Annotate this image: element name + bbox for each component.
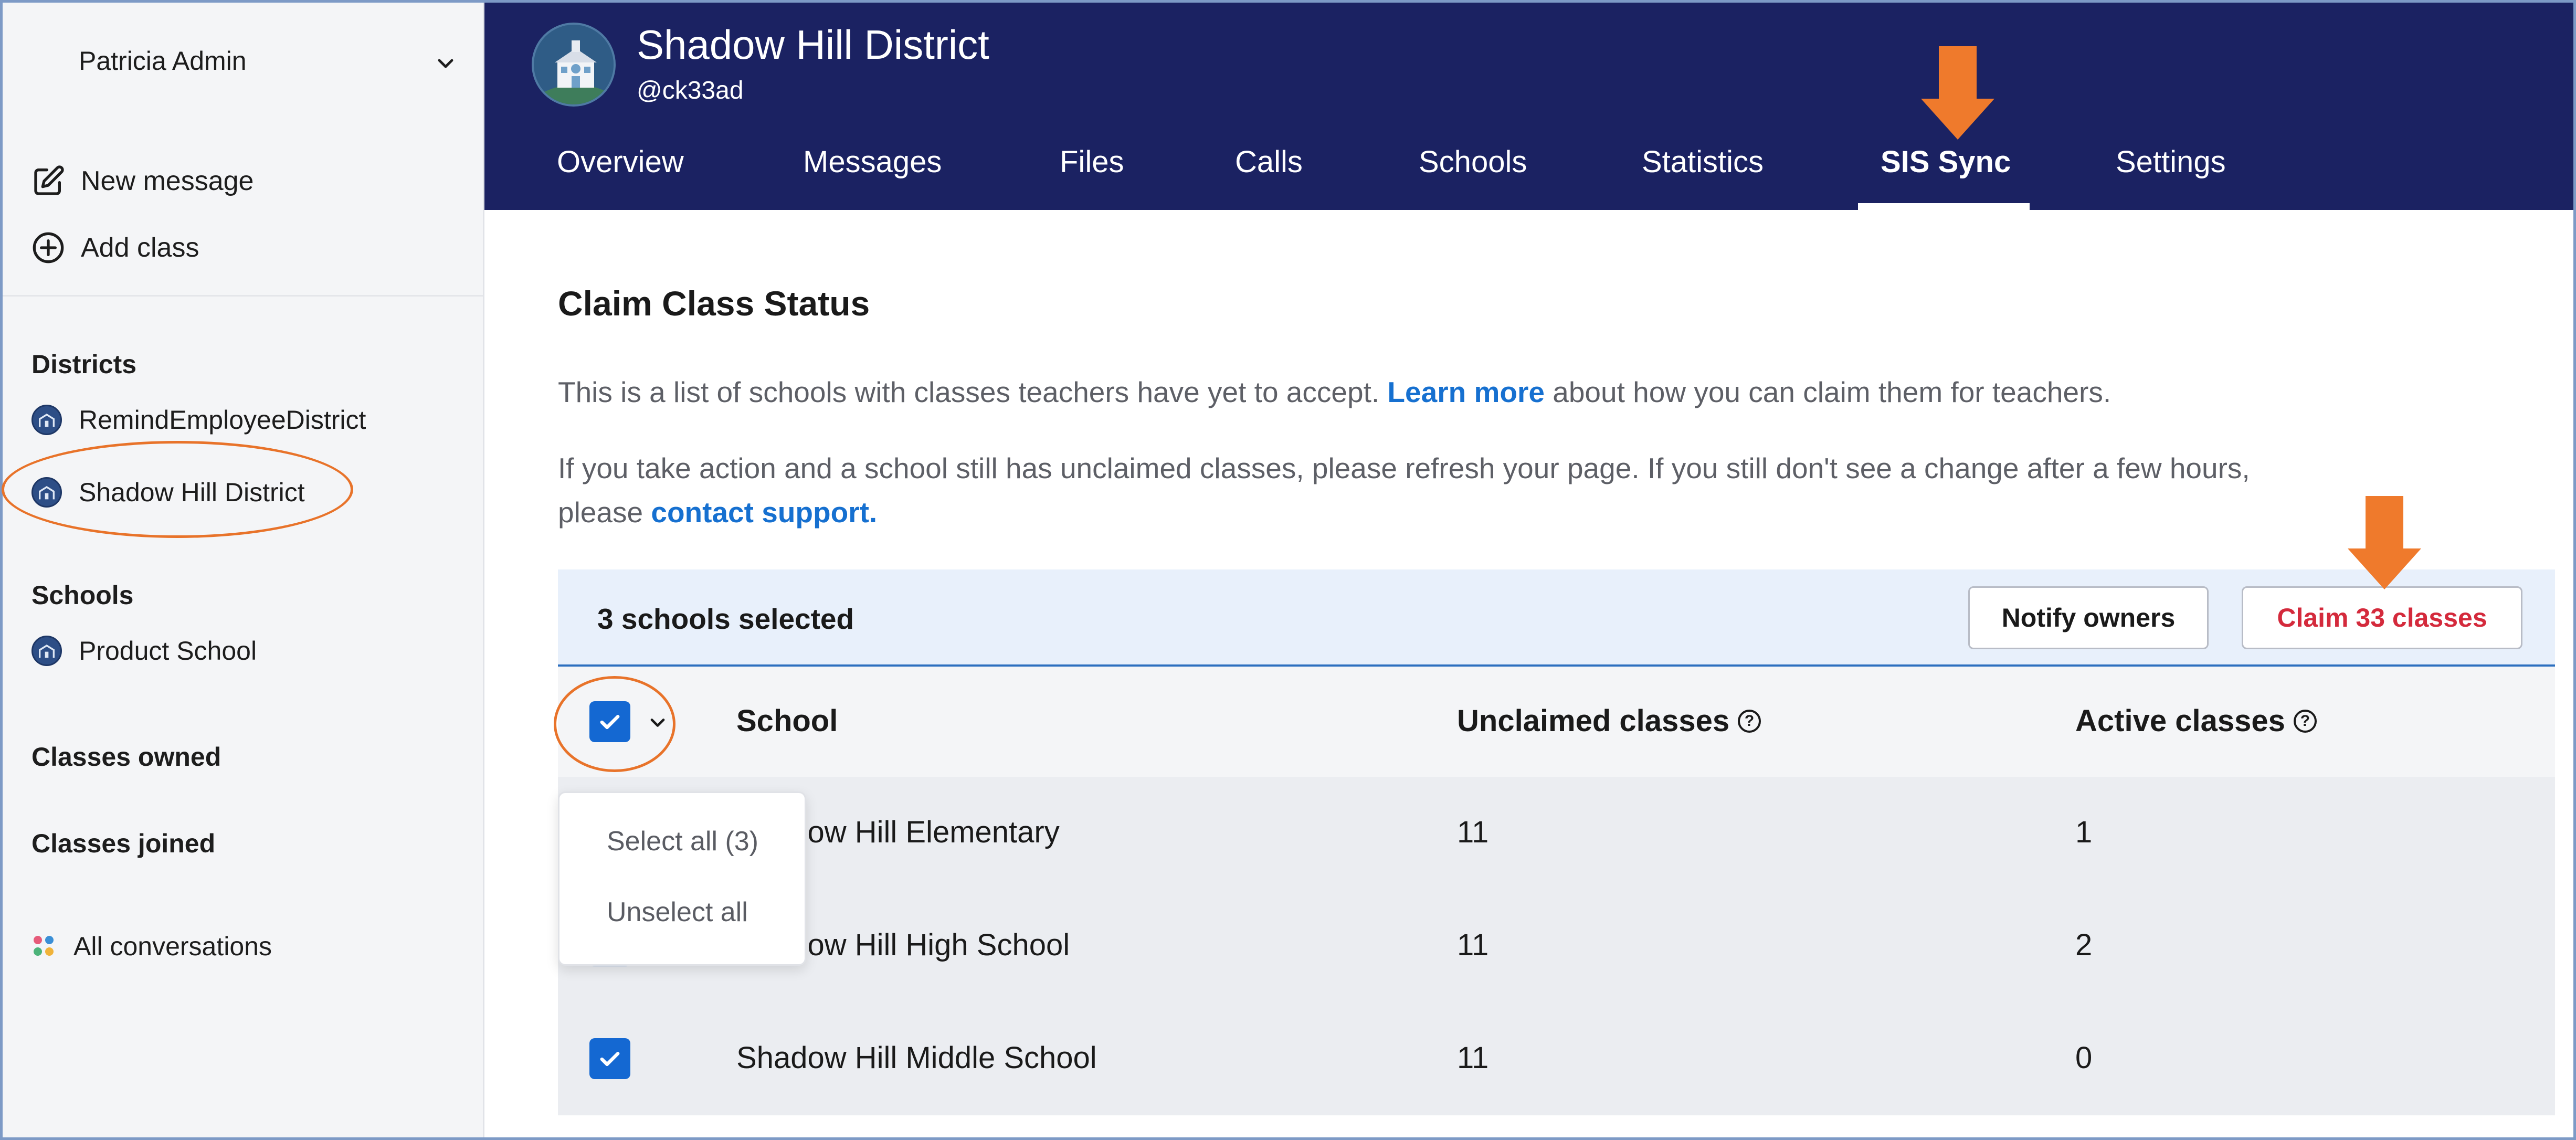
classes-owned-heading[interactable]: Classes owned: [31, 742, 221, 772]
unselect-all-option[interactable]: Unselect all: [607, 896, 748, 928]
schools-heading: Schools: [31, 580, 134, 610]
sidebar-item-product-school[interactable]: Product School: [31, 630, 257, 672]
refresh-paragraph: If you take action and a school still ha…: [558, 446, 2531, 534]
column-header-unclaimed[interactable]: Unclaimed classes ?: [1457, 703, 1761, 738]
sidebar-item-label: RemindEmployeeDistrict: [79, 405, 366, 435]
claim-classes-button[interactable]: Claim 33 classes: [2242, 586, 2522, 649]
intro-text: This is a list of schools with classes t…: [558, 376, 1380, 408]
section-title: Claim Class Status: [558, 284, 870, 323]
district-logo: [532, 23, 616, 107]
add-class-button[interactable]: Add class: [31, 227, 199, 269]
unclaimed-cell: 11: [1457, 928, 1489, 962]
column-header-label: School: [736, 704, 838, 738]
table-row[interactable]: Shadow Hill Elementary 11 1: [558, 777, 2555, 890]
classes-joined-heading[interactable]: Classes joined: [31, 828, 215, 859]
intro-paragraph: This is a list of schools with classes t…: [558, 370, 2111, 414]
select-dropdown-menu: Select all (3) Unselect all: [558, 791, 806, 966]
active-cell: 0: [2075, 1041, 2093, 1075]
highlight-circle: [554, 676, 675, 772]
sidebar-item-label: Product School: [79, 636, 257, 666]
intro-text-suffix: about how you can claim them for teacher…: [1553, 376, 2112, 408]
annotation-arrow-icon: [2348, 496, 2421, 589]
help-icon[interactable]: ?: [2293, 709, 2317, 733]
new-message-label: New message: [81, 166, 254, 196]
column-header-school[interactable]: School: [736, 703, 838, 738]
user-menu[interactable]: Patricia Admin: [3, 3, 483, 123]
new-message-button[interactable]: New message: [31, 160, 254, 202]
page-title: Shadow Hill District: [637, 22, 989, 68]
refresh-text-prefix: please: [558, 496, 643, 529]
table-header: School Unclaimed classes ? Active classe…: [558, 667, 2555, 777]
column-header-label: Unclaimed classes: [1457, 704, 1730, 738]
district-avatar-icon: [31, 405, 62, 435]
sidebar-item-label: All conversations: [73, 932, 272, 961]
table-row[interactable]: Shadow Hill Middle School 11 0: [558, 1002, 2555, 1115]
tab-sis-sync[interactable]: SIS Sync: [1881, 144, 2011, 210]
school-name-cell: Shadow Hill Middle School: [736, 1041, 1097, 1075]
all-conversations-icon: [31, 934, 57, 959]
sidebar-item-remind-employee-district[interactable]: RemindEmployeeDistrict: [31, 399, 366, 441]
chevron-down-icon: [438, 59, 453, 68]
pencil-square-icon: [34, 165, 64, 195]
sidebar: Patricia Admin New message Add class Dis…: [2, 3, 484, 1137]
contact-support-link[interactable]: contact support.: [651, 496, 877, 529]
add-class-label: Add class: [81, 233, 199, 263]
unclaimed-cell: 11: [1457, 815, 1489, 849]
tab-messages[interactable]: Messages: [803, 144, 942, 210]
tab-calls[interactable]: Calls: [1235, 144, 1303, 210]
sidebar-actions: New message Add class: [3, 142, 483, 297]
select-all-option[interactable]: Select all (3): [607, 826, 758, 857]
school-avatar-icon: [31, 636, 62, 666]
annotation-arrow-icon: [1921, 46, 1994, 140]
tab-settings[interactable]: Settings: [2116, 144, 2226, 210]
plus-circle-icon: [33, 232, 64, 263]
user-name: Patricia Admin: [79, 46, 247, 76]
selected-count: 3 schools selected: [597, 603, 854, 635]
highlight-circle: [2, 441, 353, 538]
table-row[interactable]: Shadow Hill High School 11 2: [558, 890, 2555, 1002]
district-handle: @ck33ad: [637, 77, 744, 104]
row-checkbox[interactable]: [589, 1038, 630, 1079]
learn-more-link[interactable]: Learn more: [1387, 376, 1545, 408]
selection-bar: 3 schools selected Notify owners Claim 3…: [558, 569, 2555, 667]
tab-statistics[interactable]: Statistics: [1642, 144, 1764, 210]
refresh-text: If you take action and a school still ha…: [558, 452, 2250, 484]
active-cell: 2: [2075, 928, 2093, 962]
main-content: Claim Class Status This is a list of sch…: [484, 210, 2573, 1137]
unclaimed-cell: 11: [1457, 1041, 1489, 1075]
active-cell: 1: [2075, 815, 2093, 849]
tab-overview[interactable]: Overview: [557, 144, 684, 210]
help-icon[interactable]: ?: [1738, 709, 1761, 733]
checkmark-icon: [600, 1052, 620, 1067]
notify-owners-button[interactable]: Notify owners: [1968, 586, 2209, 649]
active-tab-indicator: [1858, 203, 2030, 210]
districts-heading: Districts: [31, 350, 137, 379]
tab-files[interactable]: Files: [1060, 144, 1124, 210]
sidebar-item-all-conversations[interactable]: All conversations: [31, 925, 272, 967]
tab-schools[interactable]: Schools: [1419, 144, 1527, 210]
column-header-active[interactable]: Active classes ?: [2075, 703, 2317, 738]
column-header-label: Active classes: [2075, 704, 2285, 738]
district-header: Shadow Hill District @ck33ad Overview Me…: [484, 3, 2573, 210]
